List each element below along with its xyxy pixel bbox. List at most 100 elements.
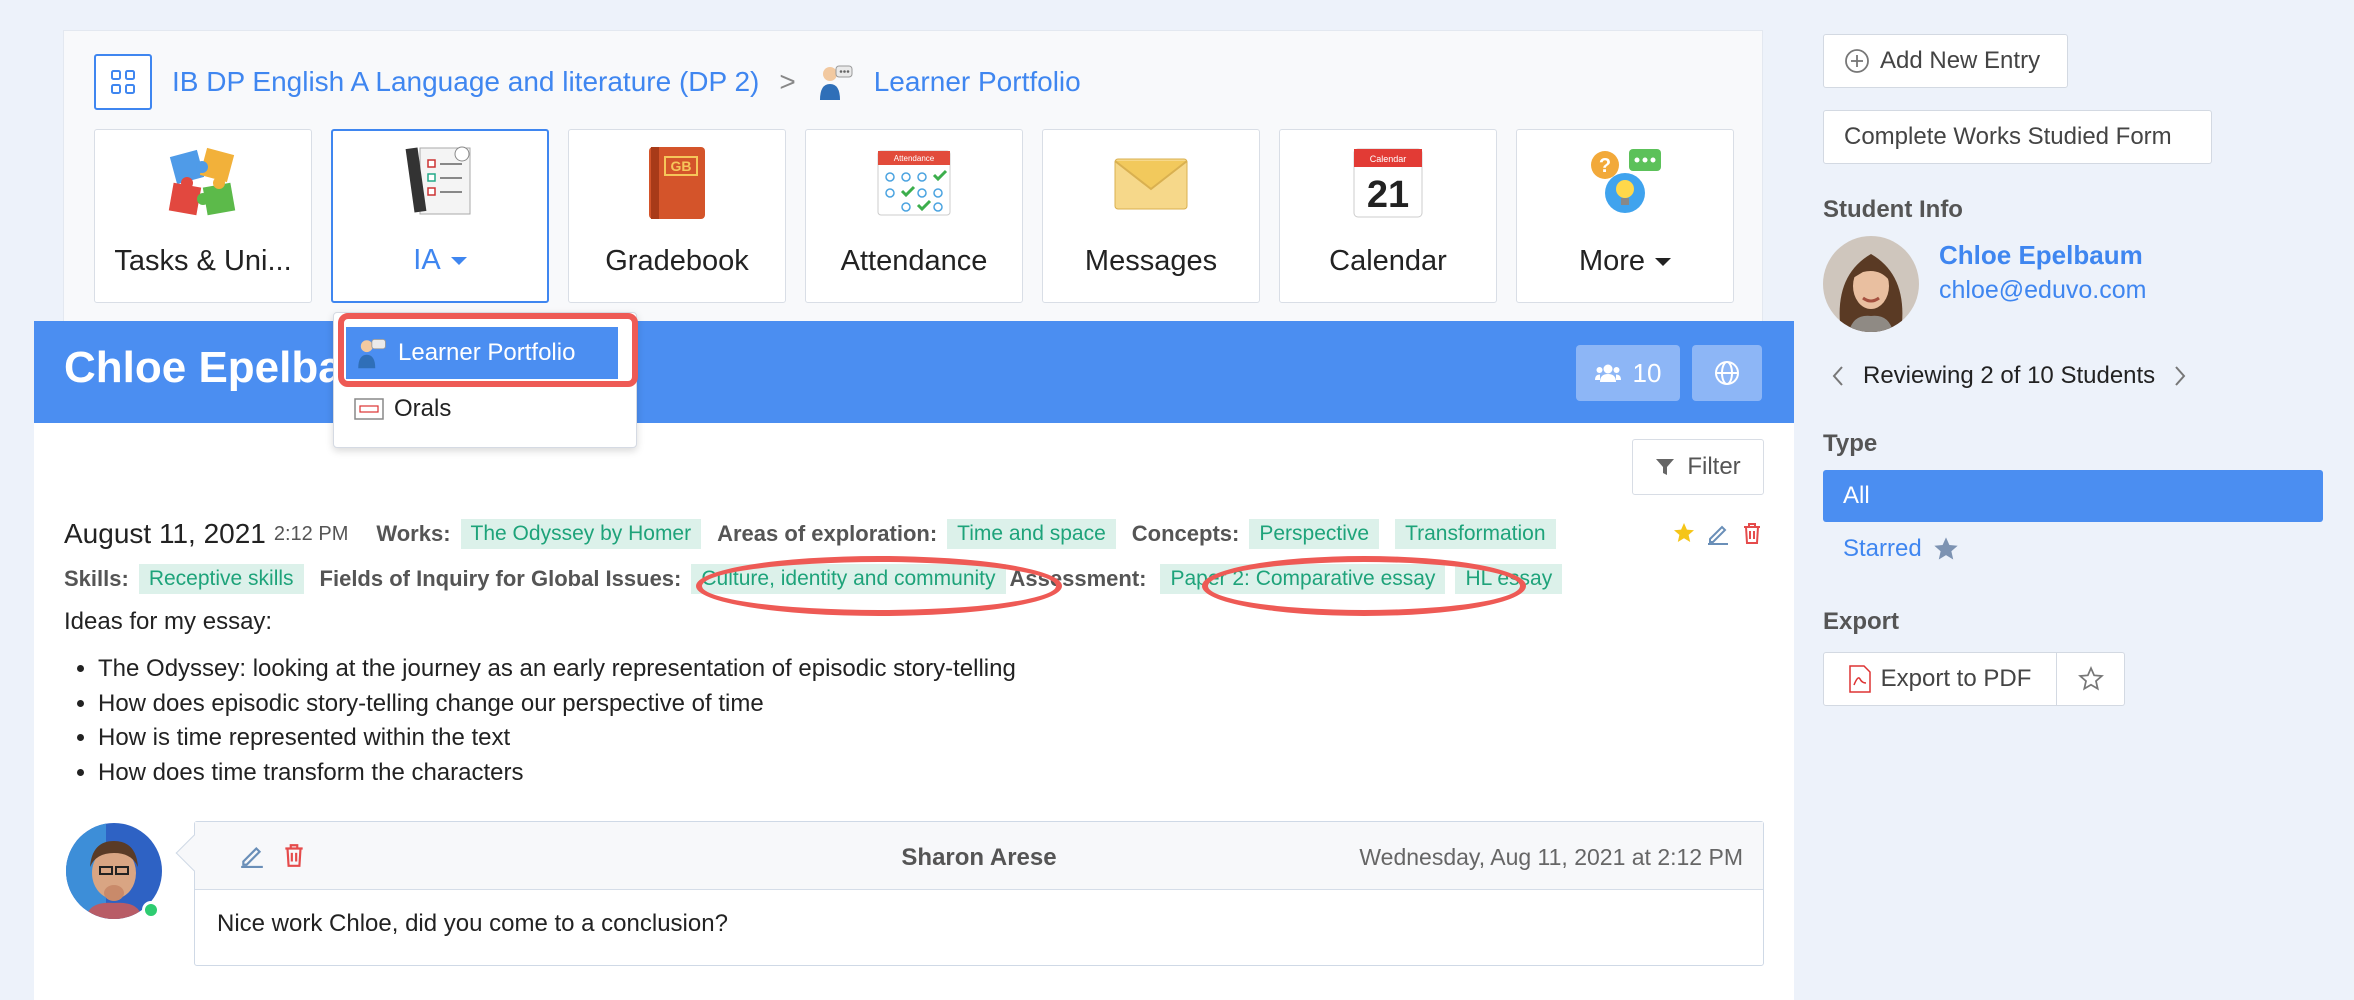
list-item: The Odyssey: looking at the journey as a… [98,652,1016,687]
student-info-heading: Student Info [1823,196,1963,223]
works-label: Works: [376,521,451,546]
export-controls: Export to PDF [1823,652,2125,706]
chevron-left-icon[interactable] [1831,364,1845,388]
right-sidebar: Add New Entry Complete Works Studied For… [1823,0,2354,1000]
concepts-label: Concepts: [1131,521,1240,546]
gradebook-icon: GB [649,147,705,219]
puzzle-icon [168,147,236,216]
skills-label: Skills: [64,566,129,591]
list-item: How does time transform the characters [98,756,1016,791]
tile-calendar[interactable]: Calendar 21 Calendar [1279,129,1497,303]
trash-icon[interactable] [1740,521,1764,545]
student-header-bar: Chloe Epelbaum 10 [34,321,1794,423]
export-pdf-button[interactable]: Export to PDF [1823,652,2057,706]
breadcrumb-separator: > [779,66,796,97]
breadcrumb: IB DP English A Language and literature … [94,54,1081,110]
breadcrumb-current[interactable]: Learner Portfolio [874,66,1081,98]
filter-label: Filter [1687,453,1741,480]
tile-ia[interactable]: IA [331,129,549,303]
export-starred-button[interactable] [2057,652,2125,706]
edit-icon[interactable] [1706,521,1730,545]
complete-works-label: Complete Works Studied Form [1844,123,2172,150]
learner-portfolio-icon [819,65,853,100]
list-item: How is time represented within the text [98,721,1016,756]
tile-attendance[interactable]: Attendance Attendance [805,129,1023,303]
student-name-link[interactable]: Chloe Epelbaum [1939,240,2143,271]
type-starred-label: Starred [1843,535,1922,562]
type-filter-starred[interactable]: Starred [1843,535,1960,563]
export-pdf-label: Export to PDF [1880,665,2032,692]
svg-text:21: 21 [1367,174,1409,216]
tile-label: Tasks & Uni... [114,245,292,277]
globe-icon [1715,361,1739,385]
users-icon [1594,364,1621,382]
svg-text:Attendance: Attendance [894,154,935,163]
chevron-right-icon[interactable] [2173,364,2187,388]
entry-bullets: The Odyssey: looking at the journey as a… [98,652,1016,790]
tag-concept: Transformation [1395,519,1556,549]
students-count-button[interactable]: 10 [1576,345,1680,401]
checklist-icon [405,146,471,215]
comment-header: Sharon Arese Wednesday, Aug 11, 2021 at … [195,822,1763,890]
reviewing-label: Reviewing 2 of 10 Students [1863,362,2156,389]
tile-label: Messages [1084,245,1218,277]
chevron-down-icon [1655,258,1672,267]
entry-intro: Ideas for my essay: [64,608,273,635]
chevron-down-icon [450,257,467,266]
svg-text:GB: GB [671,158,692,174]
menu-item-orals[interactable]: Orals [346,383,451,435]
comment-body: Nice work Chloe, did you come to a concl… [217,910,728,937]
tile-more[interactable]: ? More [1516,129,1734,303]
entry-actions [1672,521,1764,545]
list-item: How does episodic story-telling change o… [98,687,1016,722]
entry-date: August 11, 2021 [64,518,266,549]
filter-button[interactable]: Filter [1632,439,1764,495]
highlight-assessment-tag [1202,556,1526,616]
student-email-link[interactable]: chloe@eduvo.com [1939,276,2146,305]
breadcrumb-course-link[interactable]: IB DP English A Language and literature … [172,66,759,98]
entry-meta-line-1: August 11, 2021 2:12 PM Works: The Odyss… [64,518,1572,550]
student-avatar [1823,236,1919,332]
orals-icon [354,398,384,420]
calendar-icon: Calendar 21 [1353,148,1423,218]
menu-item-label: Orals [394,395,452,422]
filter-icon [1656,459,1675,475]
tile-tasks-units[interactable]: Tasks & Uni... [94,129,312,303]
tile-label: Attendance [840,245,988,277]
apps-grid-button[interactable] [94,54,152,110]
envelope-icon [1114,158,1188,210]
attendance-icon: Attendance [877,150,951,216]
comment-date: Wednesday, Aug 11, 2021 at 2:12 PM [1359,844,1743,870]
pdf-icon [1848,665,1871,693]
app-nav-card: IB DP English A Language and literature … [63,30,1763,330]
tile-label: Gradebook [605,245,749,277]
portfolio-panel: Chloe Epelbaum 10 Filter August 11, 2021… [34,321,1794,1000]
tile-gradebook[interactable]: GB Gradebook [568,129,786,303]
type-heading: Type [1823,430,1878,457]
online-status-dot [142,901,160,919]
svg-text:Calendar: Calendar [1370,154,1407,164]
star-icon [1934,537,1958,560]
tag-work: The Odyssey by Homer [460,519,702,549]
add-new-entry-button[interactable]: Add New Entry [1823,34,2068,88]
star-icon[interactable] [1672,521,1696,545]
grid-icon [111,70,135,94]
highlight-learner-portfolio [338,313,638,387]
tag-area: Time and space [947,519,1116,549]
tag-skill: Receptive skills [138,564,304,594]
complete-works-studied-button[interactable]: Complete Works Studied Form [1823,110,2212,164]
help-bubble-icon: ? [1591,149,1661,213]
comment-card: Sharon Arese Wednesday, Aug 11, 2021 at … [175,821,1764,966]
app-tiles: Tasks & Uni... IA GB Gradebook Attendanc… [94,129,1734,303]
add-new-entry-label: Add New Entry [1880,47,2041,74]
fields-label: Fields of Inquiry for Global Issues: [319,566,682,591]
language-button[interactable] [1692,345,1762,401]
plus-circle-icon [1845,49,1869,73]
export-heading: Export [1823,608,1900,635]
students-count: 10 [1632,357,1662,388]
tag-concept: Perspective [1249,519,1380,549]
type-filter-all[interactable]: All [1823,470,2323,522]
tile-label: IA [413,244,467,277]
tile-messages[interactable]: Messages [1042,129,1260,303]
student-pager: Reviewing 2 of 10 Students [1831,362,2187,390]
